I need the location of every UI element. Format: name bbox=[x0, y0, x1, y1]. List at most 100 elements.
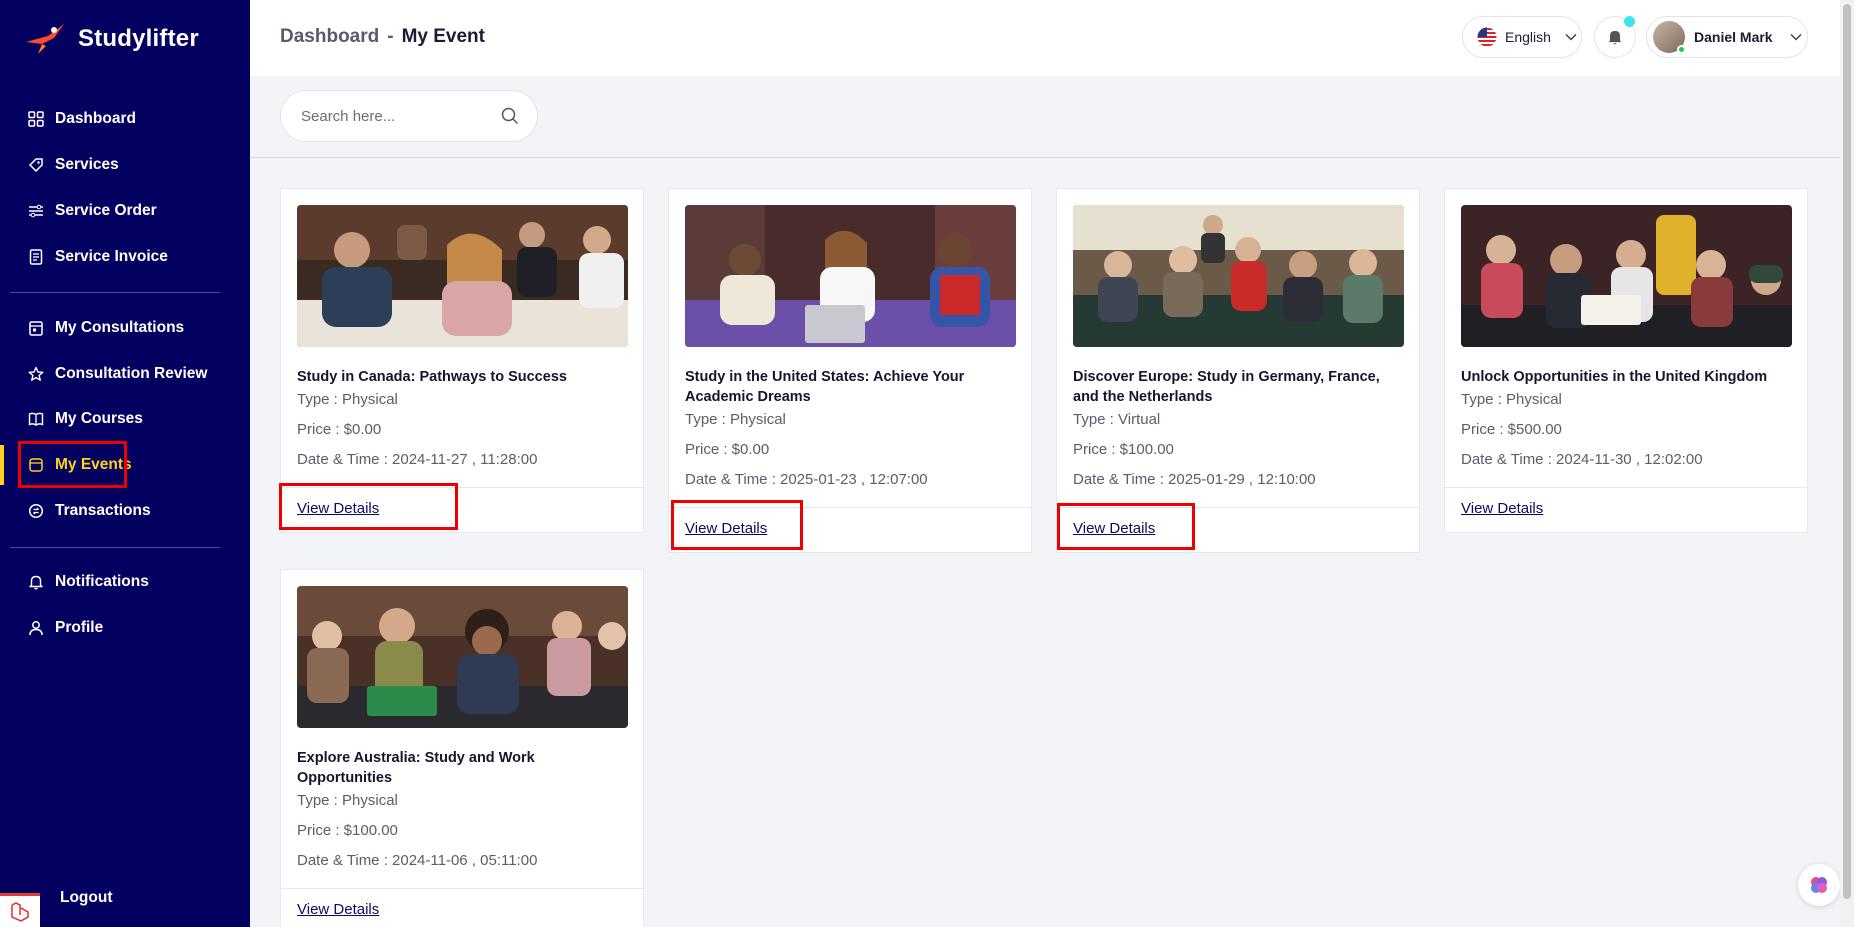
students-photo bbox=[297, 586, 628, 728]
sidebar-item-label: My Consultations bbox=[55, 319, 185, 336]
top-header: Dashboard - My Event English Daniel Mark bbox=[250, 0, 1840, 76]
breadcrumb: Dashboard - My Event bbox=[280, 26, 485, 48]
sidebar-item-service-order[interactable]: Service Order bbox=[28, 197, 157, 225]
sidebar-item-label: My Courses bbox=[55, 410, 143, 427]
laravel-icon bbox=[11, 901, 29, 922]
event-title: Explore Australia: Study and Work Opport… bbox=[297, 750, 535, 786]
laravel-debug-icon[interactable] bbox=[0, 893, 40, 927]
logout-button[interactable]: Logout bbox=[60, 884, 113, 912]
event-image bbox=[297, 205, 628, 347]
grid-icon bbox=[28, 111, 44, 127]
sidebar-item-profile[interactable]: Profile bbox=[28, 614, 103, 642]
sidebar-item-label: Services bbox=[55, 156, 119, 173]
star-icon bbox=[28, 366, 44, 381]
sidebar-item-label: Consultation Review bbox=[55, 365, 208, 382]
brand-name: Studylifter bbox=[78, 25, 199, 52]
invoice-icon bbox=[29, 249, 43, 265]
sidebar-item-my-courses[interactable]: My Courses bbox=[28, 405, 143, 433]
tag-icon bbox=[28, 158, 43, 173]
sidebar-item-notifications[interactable]: Notifications bbox=[28, 568, 149, 596]
book-icon bbox=[28, 412, 44, 426]
chevron-down-icon bbox=[1565, 33, 1577, 41]
card-footer: View Details bbox=[281, 888, 643, 927]
brand-logo[interactable]: Studylifter bbox=[24, 22, 199, 56]
search-icon[interactable] bbox=[501, 107, 519, 125]
vertical-scrollbar[interactable] bbox=[1840, 0, 1854, 927]
sidebar-item-label: Dashboard bbox=[55, 110, 136, 127]
search-box bbox=[280, 90, 538, 142]
sidebar-item-label: Service Invoice bbox=[55, 248, 168, 265]
view-details-link[interactable]: View Details bbox=[1461, 500, 1543, 517]
sidebar-item-service-invoice[interactable]: Service Invoice bbox=[28, 243, 168, 271]
sidebar-item-label: Transactions bbox=[55, 502, 151, 519]
sidebar: Studylifter Dashboard Services Service O… bbox=[0, 0, 250, 927]
bell-icon bbox=[1608, 30, 1622, 45]
breadcrumb-parent[interactable]: Dashboard bbox=[280, 26, 379, 48]
sidebar-divider bbox=[10, 292, 220, 293]
event-datetime: Date & Time : 2024-11-30 , 12:02:00 bbox=[1461, 451, 1703, 468]
section-divider bbox=[250, 157, 1840, 158]
search-input[interactable] bbox=[301, 107, 501, 125]
students-photo bbox=[1073, 205, 1404, 347]
event-price: Price : $500.00 bbox=[1461, 421, 1562, 438]
event-type: Type : Physical bbox=[685, 411, 786, 428]
sidebar-item-services[interactable]: Services bbox=[28, 151, 119, 179]
plane-logo-icon bbox=[26, 24, 64, 54]
sidebar-item-my-consultations[interactable]: My Consultations bbox=[28, 314, 184, 342]
highlight-box bbox=[671, 500, 803, 550]
sidebar-item-label: Service Order bbox=[55, 202, 157, 219]
event-datetime: Date & Time : 2025-01-29 , 12:10:00 bbox=[1073, 471, 1316, 488]
sidebar-item-dashboard[interactable]: Dashboard bbox=[28, 105, 136, 133]
sidebar-item-label: Notifications bbox=[55, 573, 149, 590]
language-selector[interactable]: English bbox=[1462, 16, 1582, 58]
breadcrumb-separator: - bbox=[387, 26, 394, 47]
logout-label: Logout bbox=[60, 889, 113, 906]
online-status-dot bbox=[1677, 45, 1686, 54]
event-datetime: Date & Time : 2024-11-27 , 11:28:00 bbox=[297, 451, 538, 468]
brain-icon bbox=[1811, 877, 1827, 893]
event-title: Study in Canada: Pathways to Success bbox=[297, 369, 567, 385]
calendar-icon bbox=[29, 321, 43, 336]
sidebar-item-label: Profile bbox=[55, 619, 104, 636]
highlight-box bbox=[18, 441, 127, 488]
scrollbar-thumb[interactable] bbox=[1843, 4, 1851, 899]
students-photo bbox=[685, 205, 1016, 347]
event-type: Type : Virtual bbox=[1073, 411, 1161, 428]
event-type: Type : Physical bbox=[297, 391, 398, 408]
event-title: Unlock Opportunities in the United Kingd… bbox=[1461, 369, 1768, 385]
event-datetime: Date & Time : 2024-11-06 , 05:11:00 bbox=[297, 852, 538, 869]
assistant-button[interactable] bbox=[1798, 864, 1840, 906]
event-title: Discover Europe: Study in Germany, Franc… bbox=[1073, 369, 1380, 405]
transactions-icon bbox=[28, 503, 44, 519]
notification-badge bbox=[1624, 16, 1635, 27]
event-datetime: Date & Time : 2025-01-23 , 12:07:00 bbox=[685, 471, 928, 488]
active-indicator bbox=[0, 445, 4, 485]
students-photo bbox=[297, 205, 628, 347]
user-icon bbox=[29, 621, 43, 636]
sidebar-item-consultation-review[interactable]: Consultation Review bbox=[28, 360, 207, 388]
highlight-box bbox=[1057, 503, 1195, 550]
card-footer: View Details bbox=[1445, 487, 1807, 534]
us-flag-icon bbox=[1477, 27, 1497, 47]
view-details-link[interactable]: View Details bbox=[297, 901, 379, 918]
event-image bbox=[1461, 205, 1792, 347]
event-image bbox=[297, 586, 628, 728]
event-card: Discover Europe: Study in Germany, Franc… bbox=[1056, 188, 1420, 553]
event-image bbox=[685, 205, 1016, 347]
sidebar-item-transactions[interactable]: Transactions bbox=[28, 497, 151, 525]
event-type: Type : Physical bbox=[1461, 391, 1562, 408]
event-title: Study in the United States: Achieve Your… bbox=[685, 369, 965, 405]
event-price: Price : $0.00 bbox=[685, 441, 770, 458]
sliders-icon bbox=[29, 204, 43, 218]
students-photo bbox=[1461, 205, 1792, 347]
event-card: Explore Australia: Study and Work Opport… bbox=[280, 569, 644, 927]
user-name: Daniel Mark bbox=[1694, 29, 1773, 45]
user-menu[interactable]: Daniel Mark bbox=[1646, 16, 1808, 58]
chevron-down-icon bbox=[1790, 33, 1802, 41]
event-price: Price : $0.00 bbox=[297, 421, 382, 438]
event-card: Study in Canada: Pathways to Success Typ… bbox=[280, 188, 644, 533]
bell-icon bbox=[29, 575, 43, 590]
event-card: Study in the United States: Achieve Your… bbox=[668, 188, 1032, 553]
avatar bbox=[1653, 21, 1686, 54]
event-price: Price : $100.00 bbox=[297, 822, 398, 839]
